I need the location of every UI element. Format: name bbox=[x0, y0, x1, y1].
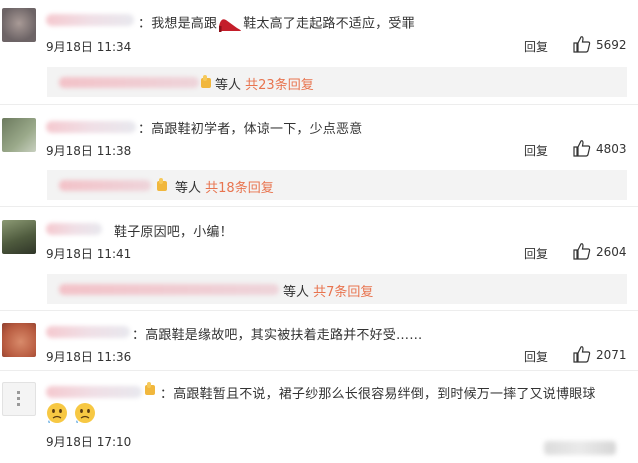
avatar[interactable] bbox=[2, 382, 36, 416]
reply-button[interactable]: 回复 bbox=[524, 348, 548, 365]
comment-time: 9月18日 11:34 bbox=[46, 40, 132, 54]
divider bbox=[0, 310, 638, 311]
sub-reply-label: 等人 bbox=[283, 285, 310, 300]
thumbs-up-icon bbox=[573, 243, 591, 260]
emoji-icon bbox=[143, 381, 157, 400]
sub-reply-users-blurred bbox=[59, 180, 151, 191]
sub-reply-link[interactable]: 共18条回复 bbox=[205, 181, 274, 196]
thumbs-up-icon bbox=[573, 36, 591, 53]
comment-time: 9月18日 11:38 bbox=[46, 144, 132, 158]
like-count: 5692 bbox=[596, 37, 627, 52]
comment-time: 9月18日 11:36 bbox=[46, 350, 132, 364]
high-heel-icon bbox=[217, 11, 243, 37]
thumbs-up-icon bbox=[573, 140, 591, 157]
divider bbox=[0, 370, 638, 371]
watermark-blurred bbox=[544, 441, 616, 455]
avatar[interactable] bbox=[2, 8, 36, 42]
sub-reply-users-blurred bbox=[59, 284, 279, 295]
worried-face-icon bbox=[46, 402, 68, 428]
like-count: 2071 bbox=[596, 347, 627, 362]
username-blurred[interactable] bbox=[46, 386, 142, 398]
like-button[interactable]: 2071 bbox=[573, 346, 627, 363]
worried-face-icon bbox=[74, 402, 96, 428]
comment-text: ：高跟鞋暂且不说，裙子纱那么长很容易绊倒，到时候万一摔了又说博眼球 bbox=[160, 387, 596, 402]
username-blurred[interactable] bbox=[46, 121, 136, 133]
sub-reply-label: 等人 bbox=[175, 181, 202, 196]
comment-text: ：高跟鞋初学者，体谅一下，少点恶意 bbox=[138, 122, 363, 137]
divider bbox=[0, 104, 638, 105]
like-button[interactable]: 4803 bbox=[573, 140, 627, 157]
avatar[interactable] bbox=[2, 323, 36, 357]
sub-reply-link[interactable]: 共7条回复 bbox=[313, 285, 373, 300]
sub-reply-users-blurred bbox=[59, 77, 199, 88]
comment-time: 9月18日 17:10 bbox=[46, 435, 132, 449]
username-blurred[interactable] bbox=[46, 326, 130, 338]
username-blurred[interactable] bbox=[46, 223, 102, 235]
sub-reply-link[interactable]: 共23条回复 bbox=[245, 78, 314, 93]
thumbs-up-icon bbox=[573, 346, 591, 363]
reply-button[interactable]: 回复 bbox=[524, 245, 548, 262]
reply-button[interactable]: 回复 bbox=[524, 142, 548, 159]
reply-button[interactable]: 回复 bbox=[524, 38, 548, 55]
like-button[interactable]: 5692 bbox=[573, 36, 627, 53]
emoji-row bbox=[46, 402, 96, 428]
sub-reply-box[interactable]: 等人 共23条回复 bbox=[47, 67, 627, 97]
divider bbox=[0, 206, 638, 207]
sub-reply-box[interactable]: 等人 共18条回复 bbox=[47, 170, 627, 200]
sub-reply-label: 等人 bbox=[215, 78, 242, 93]
like-count: 4803 bbox=[596, 141, 627, 156]
emoji-icon bbox=[199, 74, 213, 93]
username-blurred[interactable] bbox=[46, 14, 134, 26]
emoji-icon bbox=[155, 177, 169, 196]
comment-text: 鞋子原因吧，小编！ bbox=[114, 225, 233, 240]
like-count: 2604 bbox=[596, 244, 627, 259]
comment-text: ：高跟鞋是缘故吧，其实被扶着走路并不好受…… bbox=[132, 328, 423, 343]
avatar[interactable] bbox=[2, 118, 36, 152]
like-button[interactable]: 2604 bbox=[573, 243, 627, 260]
sub-reply-box[interactable]: 等人 共7条回复 bbox=[47, 274, 627, 304]
comment-time: 9月18日 11:41 bbox=[46, 247, 132, 261]
avatar[interactable] bbox=[2, 220, 36, 254]
comment-text: ：我想是高跟 鞋太高了走起路不适应，受罪 bbox=[138, 11, 415, 37]
